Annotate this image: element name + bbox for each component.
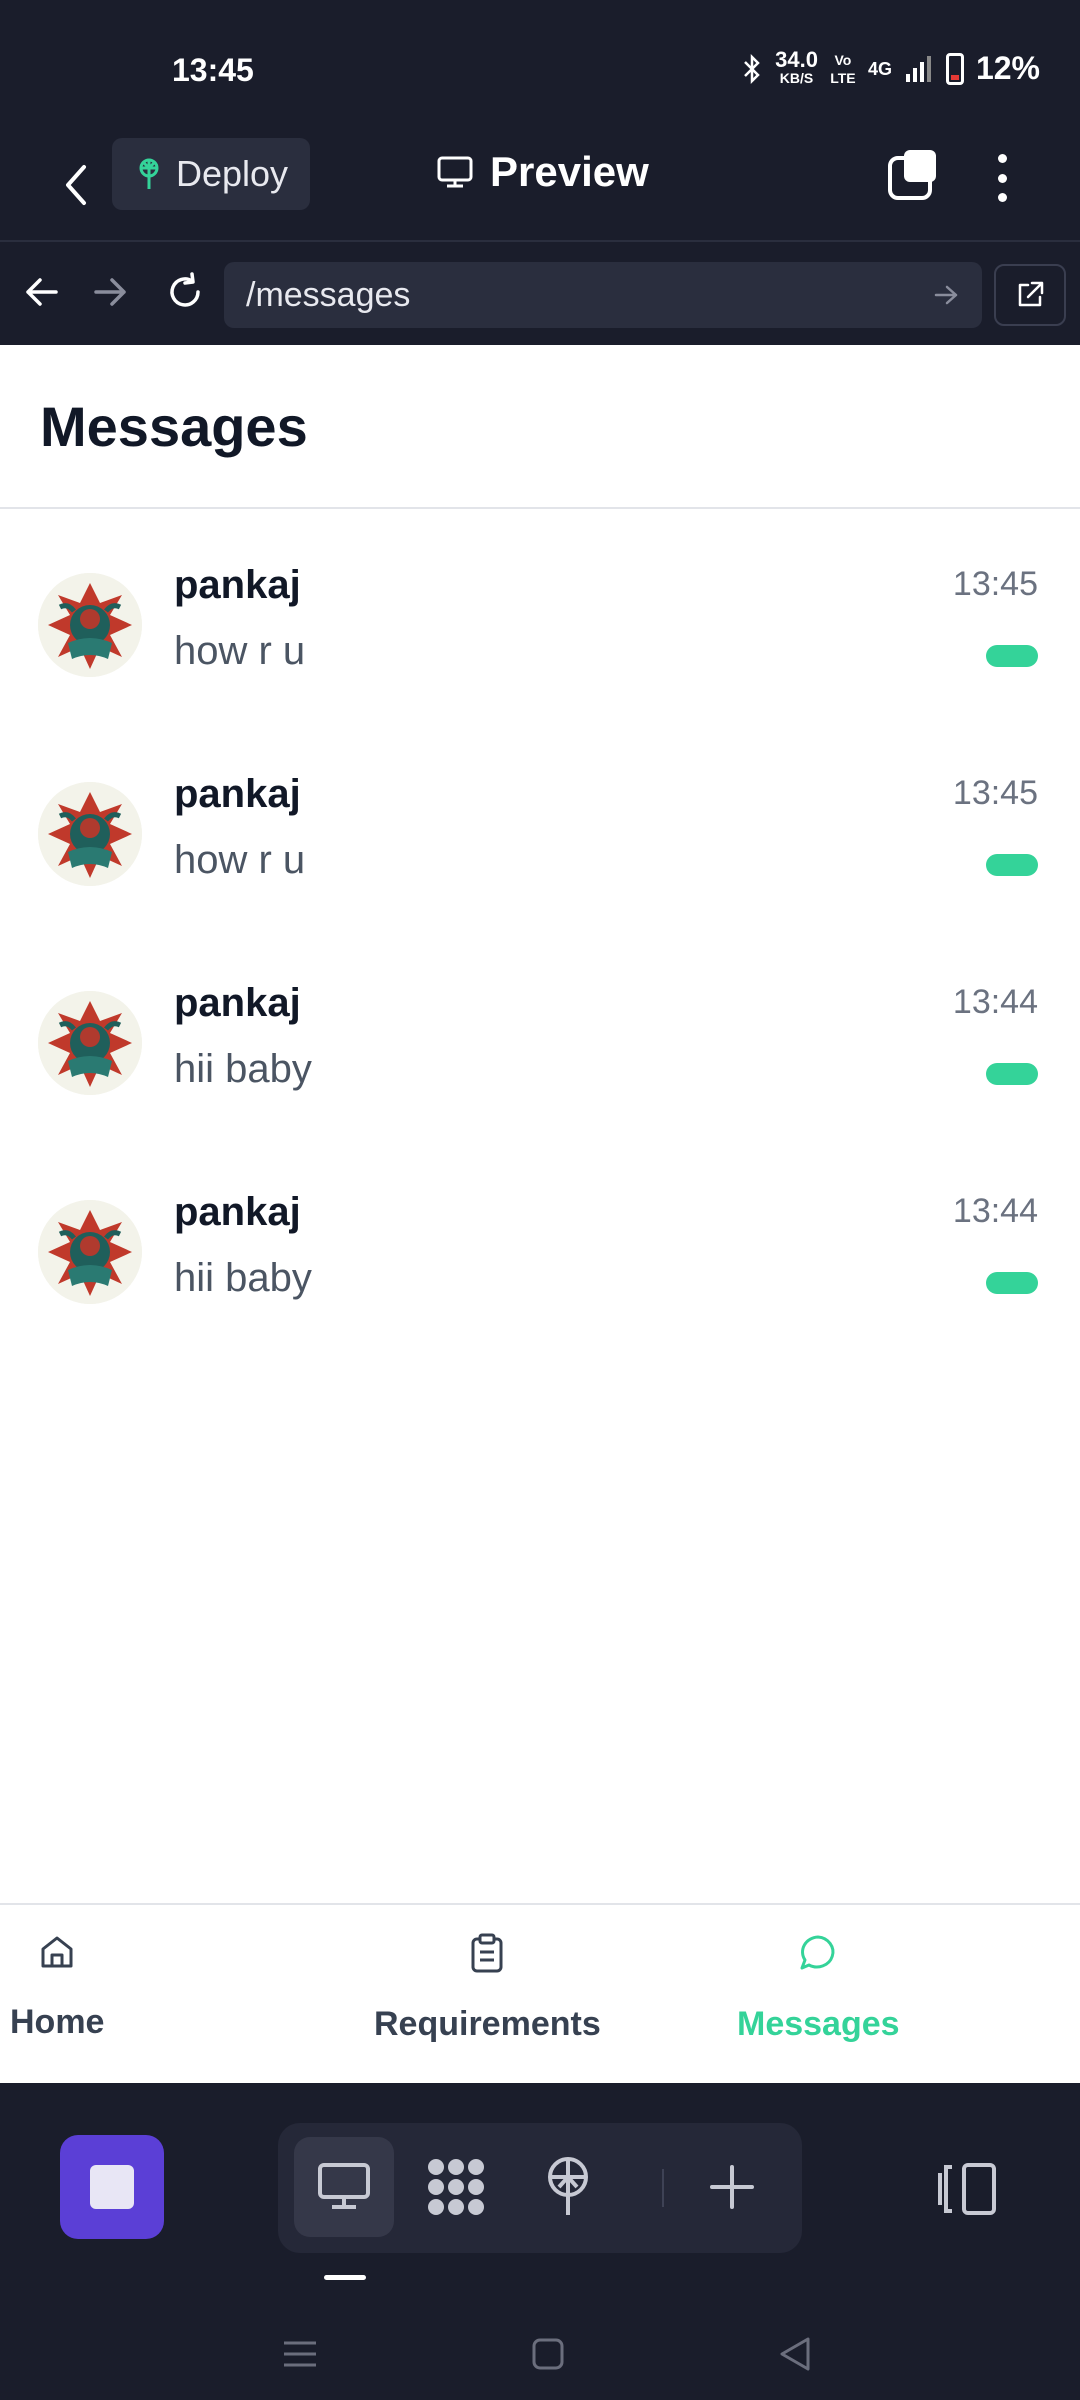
dock-toolbar <box>0 2083 1080 2313</box>
nav-tab-requirements[interactable]: Requirements <box>374 1933 601 2044</box>
avatar <box>38 782 142 886</box>
message-preview: hii baby <box>174 1047 312 1091</box>
message-time: 13:44 <box>952 1192 1038 1230</box>
url-field[interactable]: /messages <box>224 262 982 328</box>
stop-button[interactable] <box>60 2135 164 2239</box>
volte-indicator: Vo LTE <box>830 51 856 86</box>
nav-tab-messages[interactable]: Messages <box>737 1933 900 2044</box>
unread-badge <box>986 1063 1038 1085</box>
message-time: 13:45 <box>952 774 1038 812</box>
preview-title: Preview <box>436 148 649 196</box>
bottom-nav: Home Requirements Messages <box>0 1903 1080 2083</box>
arrow-left-icon <box>26 278 58 306</box>
monitor-icon <box>318 2163 370 2209</box>
home-button[interactable] <box>523 2329 573 2379</box>
nav-tab-label: Home <box>10 2003 105 2041</box>
square-icon <box>532 2338 564 2370</box>
split-view-icon <box>938 2163 996 2215</box>
grid-blob-icon <box>428 2159 484 2215</box>
triangle-back-icon <box>780 2337 810 2371</box>
back-button[interactable] <box>50 155 100 215</box>
chevron-left-icon <box>66 165 86 205</box>
deploy-button[interactable]: Deploy <box>112 138 311 210</box>
reload-button[interactable] <box>160 264 210 320</box>
status-icons: 34.0 KB/S Vo LTE 4G 12% <box>741 46 1040 87</box>
stop-icon <box>90 2165 134 2209</box>
open-external-button[interactable] <box>994 264 1066 326</box>
signal-icon <box>905 55 931 82</box>
system-back-button[interactable] <box>770 2329 820 2379</box>
tabs-button[interactable] <box>886 148 940 202</box>
avatar <box>38 1200 142 1304</box>
go-arrow-icon[interactable] <box>934 284 960 306</box>
more-options-button[interactable] <box>985 148 1019 208</box>
clipboard-icon <box>471 1933 503 1973</box>
split-view-button[interactable] <box>934 2159 1004 2219</box>
deploy-icon <box>548 2157 588 2215</box>
sender-name: pankaj <box>174 1190 301 1234</box>
unread-badge <box>986 1272 1038 1294</box>
message-row[interactable]: pankaj how r u 13:45 <box>0 742 1080 951</box>
network-type: 4G <box>867 58 892 79</box>
nav-tab-label: Messages <box>737 2005 900 2043</box>
message-preview: how r u <box>174 629 306 673</box>
status-time: 13:45 <box>172 52 254 88</box>
page-title: Messages <box>40 394 308 458</box>
external-link-icon <box>1018 281 1044 307</box>
network-speed: 34.0 KB/S <box>775 46 818 86</box>
monitor-icon <box>437 156 473 188</box>
reload-icon <box>170 272 200 307</box>
active-indicator <box>324 2275 366 2280</box>
preview-page: Messages pankaj how r u 13:45 pankaj how… <box>0 345 1080 2083</box>
nav-tab-label: Requirements <box>374 2005 601 2043</box>
add-tool-button[interactable] <box>682 2137 782 2237</box>
unread-badge <box>986 854 1038 876</box>
dot-icon <box>997 193 1007 202</box>
menu-lines-icon <box>284 2341 316 2367</box>
avatar <box>38 991 142 1095</box>
chat-bubble-icon <box>800 1935 835 1970</box>
sender-name: pankaj <box>174 981 301 1025</box>
bluetooth-icon <box>744 53 760 84</box>
plus-icon <box>710 2165 754 2209</box>
system-nav-bar <box>0 2313 1080 2400</box>
recents-button[interactable] <box>275 2329 325 2379</box>
deploy-icon <box>139 158 159 189</box>
unread-badge <box>986 645 1038 667</box>
message-preview: hii baby <box>174 1256 312 1300</box>
message-time: 13:45 <box>952 565 1038 603</box>
message-list: pankaj how r u 13:45 pankaj how r u 13:4… <box>0 509 1080 1369</box>
message-time: 13:44 <box>952 983 1038 1021</box>
dot-icon <box>997 154 1007 163</box>
home-icon <box>41 1936 73 1968</box>
browser-bar: /messages <box>0 240 1080 345</box>
browser-forward-button[interactable] <box>86 264 136 320</box>
browser-back-button[interactable] <box>16 264 66 320</box>
url-text: /messages <box>246 275 411 314</box>
message-preview: how r u <box>174 838 306 882</box>
battery-percent: 12% <box>975 50 1040 86</box>
tabs-icon <box>888 150 936 200</box>
preview-tool-button[interactable] <box>294 2137 394 2237</box>
avatar <box>38 573 142 677</box>
dot-icon <box>997 173 1007 183</box>
dock-divider <box>662 2169 664 2207</box>
sender-name: pankaj <box>174 772 301 816</box>
deploy-label: Deploy <box>176 153 289 194</box>
status-bar: 13:45 34.0 KB/S Vo LTE 4G 12% <box>0 0 1080 130</box>
sender-name: pankaj <box>174 563 301 607</box>
app-header: Deploy Preview <box>0 130 1080 240</box>
deploy-tool-button[interactable] <box>518 2137 618 2237</box>
message-row[interactable]: pankaj hii baby 13:44 <box>0 951 1080 1160</box>
apps-tool-button[interactable] <box>406 2137 506 2237</box>
message-row[interactable]: pankaj hii baby 13:44 <box>0 1160 1080 1369</box>
arrow-right-icon <box>94 278 126 306</box>
page-heading: Messages <box>0 345 1080 509</box>
dock-tool-group <box>278 2123 802 2253</box>
nav-tab-home[interactable]: Home <box>10 1933 104 2042</box>
message-row[interactable]: pankaj how r u 13:45 <box>0 533 1080 742</box>
battery-icon <box>945 52 964 85</box>
